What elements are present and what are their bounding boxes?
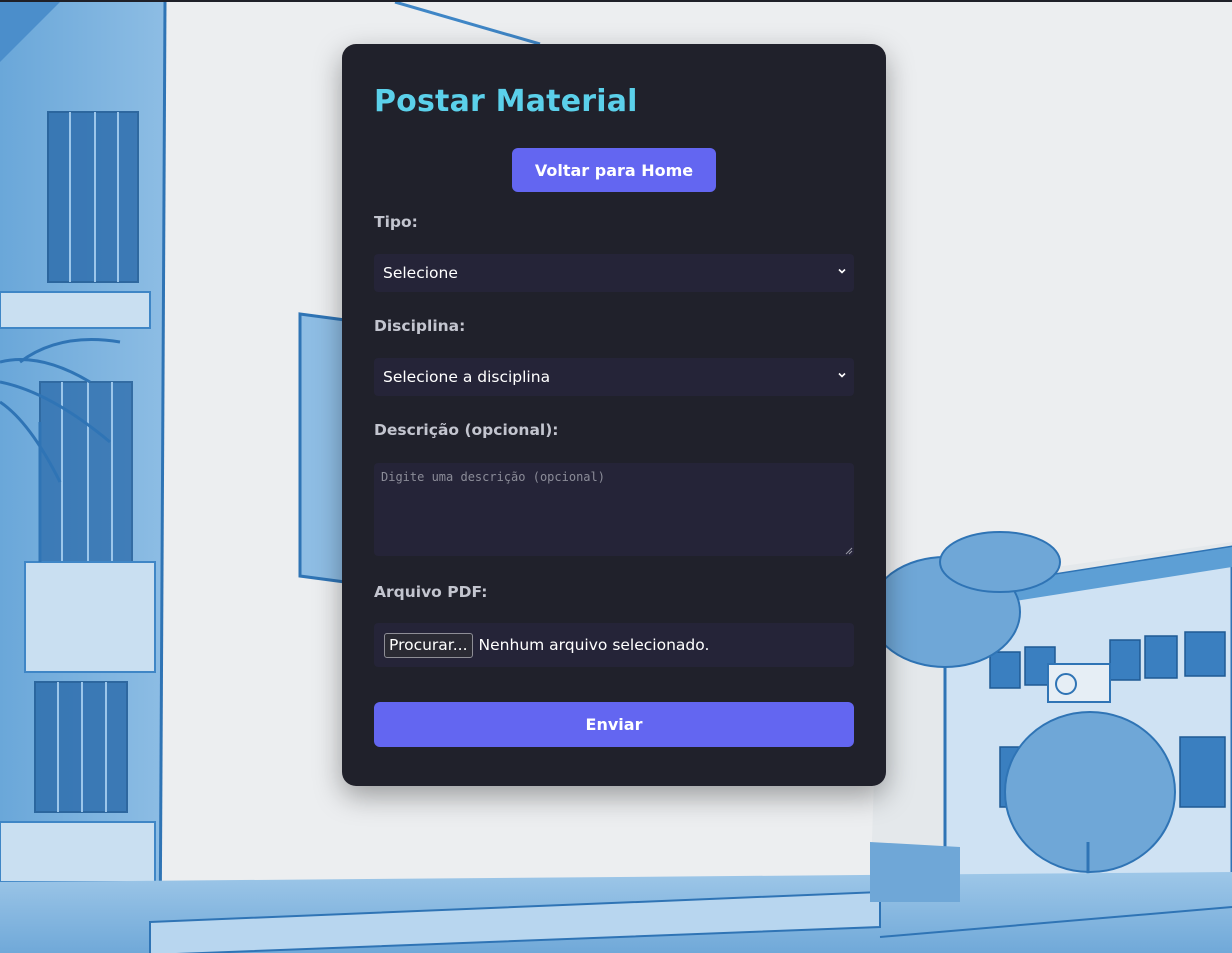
descricao-label: Descrição (opcional): [374, 421, 559, 439]
pdf-file-input[interactable]: Procurar... Nenhum arquivo selecionado. [374, 623, 854, 667]
tipo-select[interactable]: Selecione [374, 254, 854, 292]
descricao-textarea[interactable]: Digite uma descrição (opcional) [374, 463, 854, 556]
disciplina-select[interactable]: Selecione a disciplina [374, 358, 854, 396]
tipo-label: Tipo: [374, 213, 418, 231]
resize-grip-icon[interactable] [843, 545, 853, 555]
descricao-placeholder: Digite uma descrição (opcional) [381, 470, 605, 484]
page-title: Postar Material [374, 84, 638, 119]
back-to-home-button[interactable]: Voltar para Home [512, 148, 716, 192]
chevron-down-icon [838, 372, 846, 378]
submit-button[interactable]: Enviar [374, 702, 854, 747]
chevron-down-icon [838, 268, 846, 274]
tipo-selected-value: Selecione [383, 264, 458, 282]
browse-file-button[interactable]: Procurar... [384, 632, 473, 658]
file-status-text: Nenhum arquivo selecionado. [478, 636, 710, 654]
disciplina-label: Disciplina: [374, 317, 466, 335]
arquivo-label: Arquivo PDF: [374, 583, 488, 601]
disciplina-selected-value: Selecione a disciplina [383, 368, 551, 386]
post-material-card: Postar Material Voltar para Home Tipo: S… [342, 44, 886, 786]
